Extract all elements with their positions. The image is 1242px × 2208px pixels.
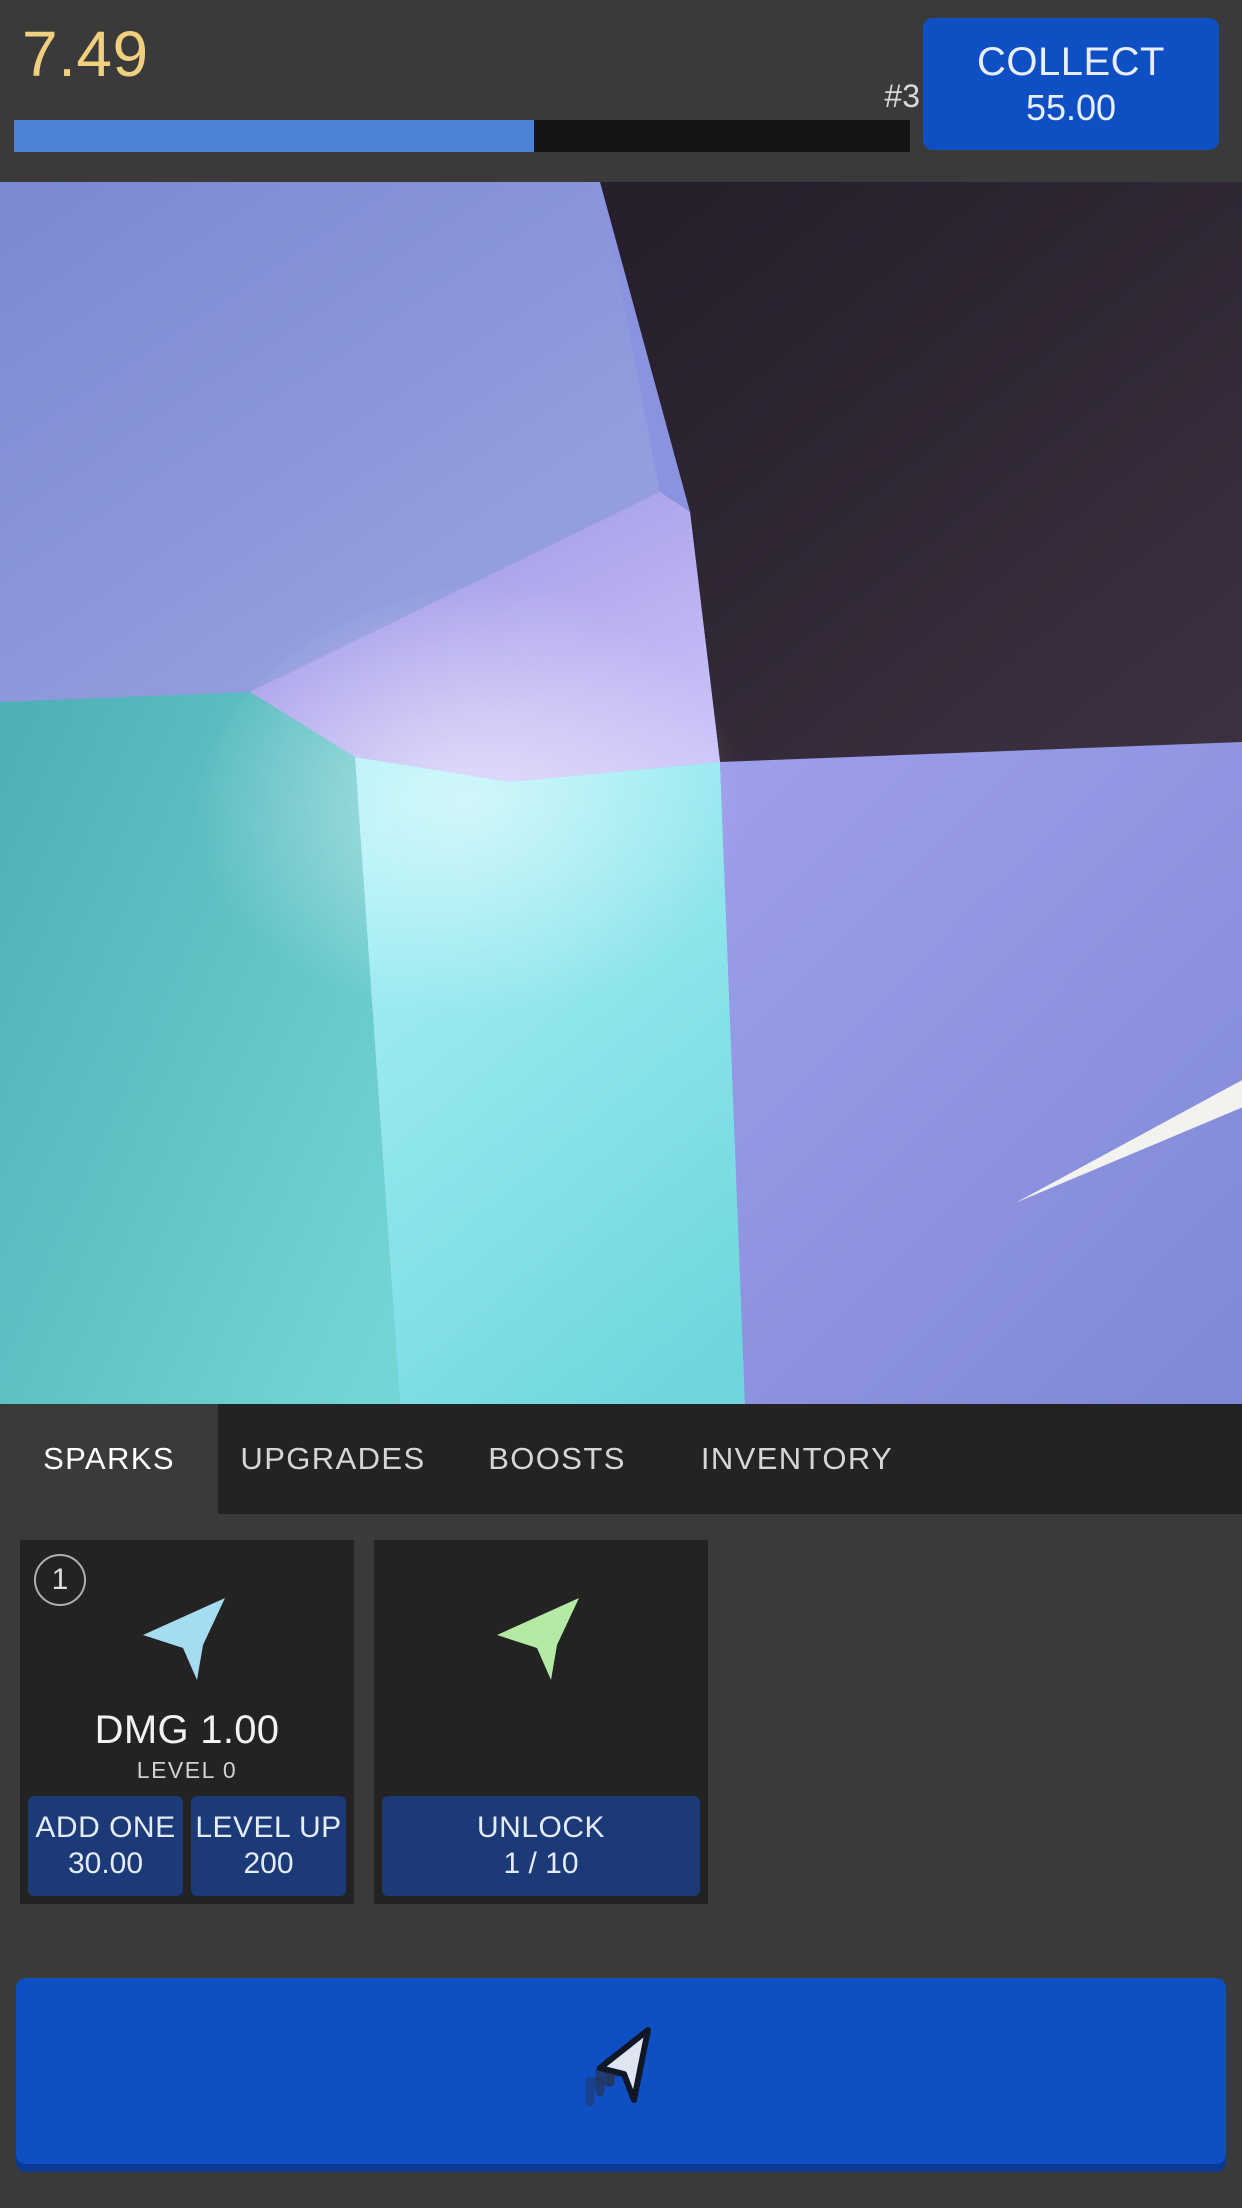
tab-bar: SPARKS UPGRADES BOOSTS INVENTORY [0,1404,1242,1514]
collect-button[interactable]: COLLECT 55.00 [923,18,1219,150]
center-glow [190,582,850,1102]
tab-boosts-label: BOOSTS [488,1441,626,1476]
tab-sparks[interactable]: SPARKS [0,1404,218,1514]
spark-card-title: DMG 1.00 [94,1708,280,1752]
spark-card-locked[interactable]: UNLOCK 1 / 10 [374,1540,708,1904]
collect-button-value: 55.00 [1025,87,1117,128]
unlock-button[interactable]: UNLOCK 1 / 10 [382,1796,700,1896]
arrow-cursor-icon [1015,682,1242,1404]
unlock-progress: 1 / 10 [503,1847,579,1880]
spark-card-art [137,1582,237,1694]
rank-indicator: #3 [884,78,920,114]
unlock-label: UNLOCK [476,1811,606,1844]
add-one-button[interactable]: ADD ONE 30.00 [28,1796,183,1896]
tab-inventory[interactable]: INVENTORY [666,1404,928,1514]
add-one-label: ADD ONE [35,1811,176,1844]
click-cursor-icon [585,2027,651,2107]
spark-card-actions: UNLOCK 1 / 10 [374,1796,708,1904]
top-hud: 7.49 #3 COLLECT 55.00 [0,0,1242,182]
spark-card-actions: ADD ONE 30.00 LEVEL UP 200 [20,1796,354,1904]
collect-button-label: COLLECT [977,40,1165,84]
tab-sparks-label: SPARKS [43,1441,175,1476]
click-action-button[interactable] [16,1978,1226,2164]
currency-value: 7.49 [22,18,149,90]
tab-upgrades-label: UPGRADES [240,1441,426,1476]
level-up-cost: 200 [243,1847,294,1880]
game-viewport[interactable] [0,182,1242,1404]
level-up-button[interactable]: LEVEL UP 200 [191,1796,346,1896]
spark-card[interactable]: 1 DMG 1.00 LEVEL 0 ADD ONE 30.00 LEVEL U… [20,1540,354,1904]
tab-boosts[interactable]: BOOSTS [448,1404,666,1514]
spark-card-art [491,1582,591,1694]
spark-card-level: LEVEL 0 [136,1757,238,1783]
spark-card-panel: 1 DMG 1.00 LEVEL 0 ADD ONE 30.00 LEVEL U… [0,1514,1242,1954]
arrow-cursor-icon [143,1598,225,1680]
add-one-cost: 30.00 [67,1847,144,1880]
arrow-cursor-icon [497,1598,579,1680]
level-up-label: LEVEL UP [195,1811,342,1844]
game-screen: 7.49 #3 COLLECT 55.00 SPARKS UPGRADES BO… [0,0,1242,2208]
tab-upgrades[interactable]: UPGRADES [218,1404,448,1514]
xp-progress-track [14,120,910,152]
xp-progress-fill [14,120,534,152]
tab-inventory-label: INVENTORY [700,1441,894,1476]
spark-card-badge: 1 [34,1554,86,1606]
